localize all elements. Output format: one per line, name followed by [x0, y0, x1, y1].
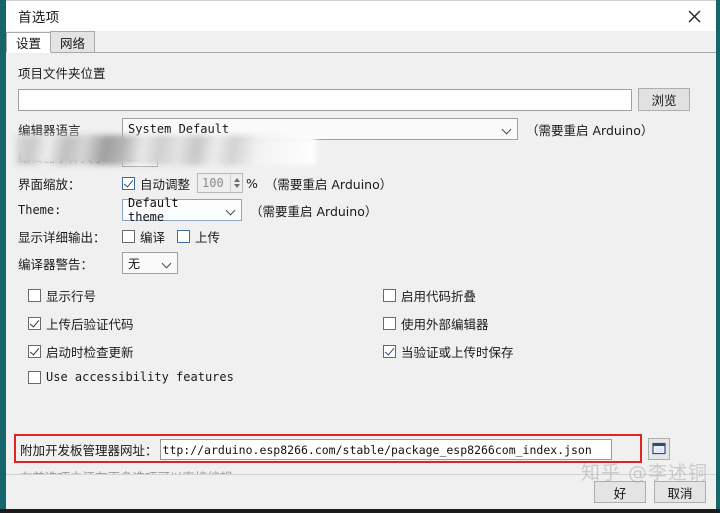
editor-font-size-input[interactable]: 12 — [122, 146, 158, 167]
enable-code-folding-checkbox[interactable] — [383, 289, 396, 302]
cancel-button[interactable]: 取消 — [654, 481, 706, 503]
window-picker-icon — [651, 442, 666, 455]
verbose-compile-label: 编译 — [140, 230, 166, 245]
stepper-arrows-icon[interactable] — [230, 174, 242, 192]
accessibility-label: Use accessibility features — [46, 370, 234, 384]
auto-scale-checkbox[interactable] — [122, 176, 135, 190]
theme-value: Default theme — [128, 196, 179, 224]
verbose-upload-row[interactable]: 上传 — [177, 227, 220, 246]
arrow-down-icon — [233, 184, 240, 188]
save-on-verify-checkbox[interactable] — [383, 345, 396, 358]
sketchbook-path-input[interactable] — [18, 88, 632, 111]
sketchbook-path-row: 浏览 — [18, 88, 704, 111]
auto-scale-checkbox-row[interactable]: 自动调整 — [122, 174, 190, 193]
check-updates-label: 启动时检查更新 — [46, 345, 134, 360]
ok-button[interactable]: 好 — [594, 481, 646, 503]
use-external-editor-label: 使用外部编辑器 — [401, 317, 489, 332]
editor-language-row: 编辑器语言 System Default （需要重启 Arduino） — [18, 118, 704, 140]
theme-row: Theme: Default theme （需要重启 Arduino） — [18, 196, 704, 224]
interface-scale-row: 界面缩放： 自动调整 100 % （需要重启 Arduino） — [18, 173, 704, 193]
save-on-verify-label: 当验证或上传时保存 — [401, 345, 514, 360]
option-use-external-editor[interactable]: 使用外部编辑器 — [383, 314, 704, 333]
auto-scale-label: 自动调整 — [140, 176, 191, 192]
close-icon — [688, 10, 700, 22]
option-enable-code-folding[interactable]: 启用代码折叠 — [383, 286, 704, 305]
board-manager-url-label: 附加开发板管理器网址： — [20, 443, 158, 458]
compiler-warnings-value: 无 — [128, 256, 141, 271]
chevron-down-icon — [162, 258, 173, 269]
option-check-updates-on-startup[interactable]: 启动时检查更新 — [28, 342, 383, 361]
preferences-dialog: 首选项 设置 网络 项目文件夹位置 浏览 编辑器语言 System Defaul… — [0, 0, 720, 513]
verbose-upload-checkbox[interactable] — [177, 230, 191, 243]
browse-button[interactable]: 浏览 — [638, 88, 690, 111]
verbose-upload-label: 上传 — [195, 230, 221, 245]
option-verify-after-upload[interactable]: 上传后验证代码 — [28, 314, 383, 333]
options-checkbox-grid: 显示行号 启用代码折叠 上传后验证代码 使用外部编辑器 启动时检查更新 当验证或… — [28, 286, 704, 384]
close-button[interactable] — [672, 1, 716, 31]
verbose-compile-row[interactable]: 编译 — [122, 227, 165, 246]
verify-after-upload-checkbox[interactable] — [28, 317, 41, 330]
theme-note: （需要重启 Arduino） — [250, 203, 378, 219]
verify-after-upload-label: 上传后验证代码 — [46, 317, 134, 332]
check-updates-checkbox[interactable] — [28, 345, 41, 358]
tab-network-label: 网络 — [60, 35, 86, 51]
interface-scale-note: （需要重启 Arduino） — [264, 176, 393, 192]
editor-language-note: （需要重启 Arduino） — [526, 122, 654, 138]
compiler-warnings-row: 编译器警告： 无 — [18, 252, 704, 274]
compiler-warnings-select[interactable]: 无 — [122, 252, 178, 274]
arrow-up-icon — [233, 178, 240, 182]
dialog-footer: 好 取消 — [6, 474, 716, 509]
scale-percent-stepper[interactable]: 100 — [197, 173, 244, 193]
settings-panel: 项目文件夹位置 浏览 编辑器语言 System Default （需要重启 Ar… — [6, 53, 716, 513]
editor-font-size-row: 编辑器字体大小 12 — [18, 146, 704, 167]
interface-scale-label: 界面缩放： — [18, 176, 81, 192]
show-line-numbers-checkbox[interactable] — [28, 289, 41, 302]
tab-strip: 设置 网络 — [0, 31, 720, 53]
browse-button-label: 浏览 — [651, 93, 677, 108]
board-manager-url-input[interactable]: ttp://arduino.esp8266.com/stable/package… — [159, 439, 612, 460]
editor-language-label: 编辑器语言 — [18, 122, 81, 138]
chevron-down-icon — [502, 124, 513, 135]
editor-language-select[interactable]: System Default — [122, 118, 518, 140]
desktop-edge-left — [0, 0, 6, 513]
use-external-editor-checkbox[interactable] — [383, 317, 396, 330]
accessibility-checkbox[interactable] — [28, 370, 41, 384]
chevron-down-icon — [226, 205, 237, 216]
desktop-edge-right — [716, 0, 720, 513]
ok-button-label: 好 — [613, 485, 627, 501]
scale-percent-value: 100 — [202, 176, 224, 190]
window-title: 首选项 — [18, 10, 60, 26]
board-manager-url-picker-button[interactable] — [648, 438, 670, 460]
board-manager-url-row: 附加开发板管理器网址： ttp://arduino.esp8266.com/st… — [20, 439, 612, 460]
verbose-output-row: 显示详细输出： 编译 上传 — [18, 227, 704, 246]
compiler-warnings-label: 编译器警告： — [18, 256, 94, 272]
theme-label: Theme: — [18, 203, 62, 217]
show-line-numbers-label: 显示行号 — [46, 289, 97, 304]
verbose-compile-checkbox[interactable] — [122, 230, 135, 243]
percent-sign: % — [246, 175, 258, 191]
tab-network[interactable]: 网络 — [50, 31, 96, 52]
verbose-output-label: 显示详细输出： — [18, 230, 106, 245]
option-accessibility-features[interactable]: Use accessibility features — [28, 370, 383, 384]
enable-code-folding-label: 启用代码折叠 — [401, 289, 477, 304]
editor-font-size-label: 编辑器字体大小 — [18, 150, 106, 165]
editor-language-value: System Default — [128, 122, 230, 136]
theme-select[interactable]: Default theme — [122, 196, 242, 224]
desktop-edge-bottom — [0, 509, 720, 513]
tab-settings-label: 设置 — [16, 36, 42, 51]
sketchbook-section-label: 项目文件夹位置 — [18, 66, 106, 81]
title-bar: 首选项 — [6, 0, 720, 31]
tab-settings[interactable]: 设置 — [6, 32, 52, 53]
option-save-on-verify-or-upload[interactable]: 当验证或上传时保存 — [383, 342, 704, 361]
cancel-button-label: 取消 — [667, 485, 693, 501]
option-show-line-numbers[interactable]: 显示行号 — [28, 286, 383, 305]
